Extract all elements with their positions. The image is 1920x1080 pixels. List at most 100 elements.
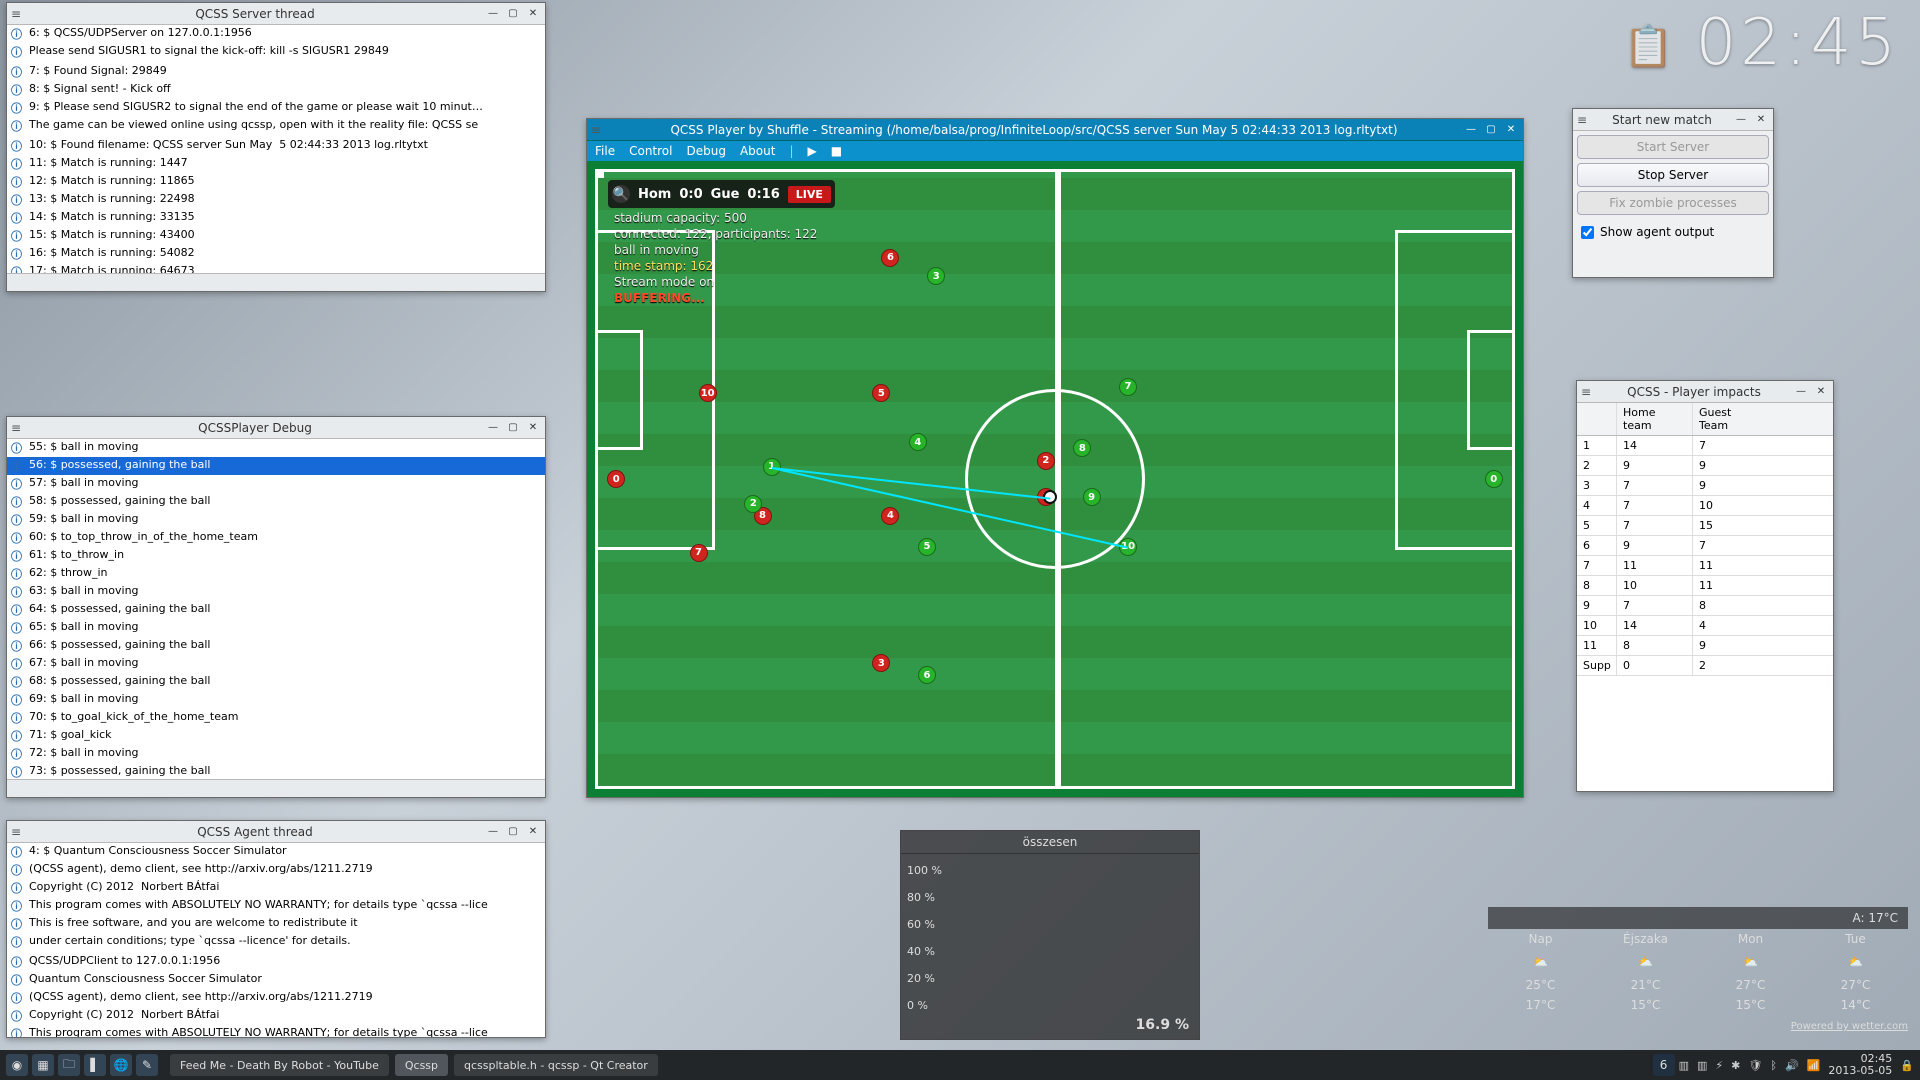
log-line[interactable]: ⓘ13: $ Match is running: 22498 — [7, 191, 545, 209]
table-row[interactable]: 71111 — [1577, 556, 1833, 576]
log-line[interactable]: ⓘ62: $ throw_in — [7, 565, 545, 583]
player-grn-9[interactable]: 9 — [1083, 488, 1101, 506]
log-line[interactable]: ⓘ17: $ Match is running: 64673 — [7, 263, 545, 273]
player-grn-4[interactable]: 4 — [909, 433, 927, 451]
agent-log[interactable]: ⓘ4: $ Quantum Consciousness Soccer Simul… — [7, 843, 545, 1037]
window-menu-icon[interactable]: ≡ — [591, 123, 605, 137]
menu-file[interactable]: File — [595, 144, 615, 158]
workspace-switcher[interactable]: 6 — [1653, 1054, 1675, 1076]
log-line[interactable]: ⓘ10: $ Found filename: QCSS server Sun M… — [7, 137, 545, 155]
player-grn-8[interactable]: 8 — [1073, 439, 1091, 457]
tray-bluetooth-icon[interactable]: ᛒ — [1770, 1059, 1777, 1072]
log-line[interactable]: ⓘ16: $ Match is running: 54082 — [7, 245, 545, 263]
log-line[interactable]: ⓘ72: $ ball in moving — [7, 745, 545, 763]
table-row[interactable]: 10144 — [1577, 616, 1833, 636]
player-grn-2[interactable]: 2 — [744, 495, 762, 513]
show-agent-input[interactable] — [1581, 226, 1594, 239]
table-row[interactable]: Supp02 — [1577, 656, 1833, 676]
stop-server-button[interactable]: Stop Server — [1577, 163, 1769, 187]
player-red-3[interactable]: 3 — [872, 654, 890, 672]
log-line[interactable]: ⓘ73: $ possessed, gaining the ball — [7, 763, 545, 779]
match-titlebar[interactable]: ≡ QCSS Player by Shuffle - Streaming (/h… — [587, 119, 1523, 141]
show-agent-checkbox[interactable]: Show agent output — [1573, 219, 1773, 245]
taskbar-task[interactable]: Qcssp — [395, 1054, 448, 1076]
window-menu-icon[interactable]: ≡ — [1577, 113, 1591, 127]
table-row[interactable]: 697 — [1577, 536, 1833, 556]
tray-updates-icon[interactable]: ✱ — [1731, 1059, 1740, 1072]
log-line[interactable]: ⓘCopyright (C) 2012 Norbert BÁtfai — [7, 879, 545, 897]
log-line[interactable]: ⓘCopyright (C) 2012 Norbert BÁtfai — [7, 1007, 545, 1025]
player-red-2[interactable]: 2 — [1037, 452, 1055, 470]
table-row[interactable]: 4710 — [1577, 496, 1833, 516]
table-row[interactable]: 978 — [1577, 596, 1833, 616]
table-row[interactable]: 299 — [1577, 456, 1833, 476]
table-row[interactable]: 1147 — [1577, 436, 1833, 456]
log-line[interactable]: ⓘ7: $ Found Signal: 29849 — [7, 63, 545, 81]
log-line[interactable]: ⓘ65: $ ball in moving — [7, 619, 545, 637]
impacts-body[interactable]: Home team Guest Team 1147299379471057156… — [1577, 403, 1833, 791]
log-line[interactable]: ⓘ57: $ ball in moving — [7, 475, 545, 493]
player-red-7[interactable]: 7 — [690, 544, 708, 562]
tray-network-icon[interactable]: 📶 — [1807, 1059, 1821, 1072]
server-log[interactable]: ⓘ6: $ QCSS/UDPServer on 127.0.0.1:1956ⓘP… — [7, 25, 545, 273]
editor-icon[interactable]: ✎ — [136, 1054, 158, 1076]
log-line[interactable]: ⓘ(QCSS agent), demo client, see http://a… — [7, 989, 545, 1007]
log-line[interactable]: ⓘ14: $ Match is running: 33135 — [7, 209, 545, 227]
menu-about[interactable]: About — [740, 144, 775, 158]
soccer-pitch[interactable]: 🔍 Hom 0:0 Gue 0:16 LIVE stadium capacity… — [595, 169, 1515, 789]
tray-clock[interactable]: 02:45 2013-05-05 — [1828, 1053, 1892, 1077]
table-row[interactable]: 1189 — [1577, 636, 1833, 656]
log-line[interactable]: ⓘThis program comes with ABSOLUTELY NO W… — [7, 1025, 545, 1037]
stop-icon[interactable]: ■ — [831, 144, 842, 158]
player-red-10[interactable]: 10 — [699, 384, 717, 402]
close-icon[interactable]: ✕ — [525, 421, 541, 435]
player-grn-0[interactable]: 0 — [1485, 470, 1503, 488]
impacts-titlebar[interactable]: ≡ QCSS - Player impacts — ✕ — [1577, 381, 1833, 403]
log-line[interactable]: ⓘ56: $ possessed, gaining the ball — [7, 457, 545, 475]
menu-control[interactable]: Control — [629, 144, 672, 158]
log-line[interactable]: ⓘ59: $ ball in moving — [7, 511, 545, 529]
table-row[interactable]: 5715 — [1577, 516, 1833, 536]
log-line[interactable]: ⓘ67: $ ball in moving — [7, 655, 545, 673]
minimize-icon[interactable]: — — [485, 421, 501, 435]
taskbar-task[interactable]: Feed Me - Death By Robot - YouTube — [170, 1054, 389, 1076]
menu-debug[interactable]: Debug — [686, 144, 725, 158]
files-icon[interactable]: 🗀 — [58, 1054, 80, 1076]
snm-titlebar[interactable]: ≡ Start new match — ✕ — [1573, 109, 1773, 131]
close-icon[interactable]: ✕ — [1753, 113, 1769, 127]
browser-icon[interactable]: 🌐 — [110, 1054, 132, 1076]
log-line[interactable]: ⓘThis program comes with ABSOLUTELY NO W… — [7, 897, 545, 915]
minimize-icon[interactable]: — — [485, 7, 501, 21]
start-menu-icon[interactable]: ◉ — [6, 1054, 28, 1076]
agent-titlebar[interactable]: ≡ QCSS Agent thread — ▢ ✕ — [7, 821, 545, 843]
tray-block2-icon[interactable]: ▥ — [1697, 1059, 1707, 1072]
window-menu-icon[interactable]: ≡ — [1581, 385, 1595, 399]
window-menu-icon[interactable]: ≡ — [11, 825, 25, 839]
log-line[interactable]: ⓘ4: $ Quantum Consciousness Soccer Simul… — [7, 843, 545, 861]
log-line[interactable]: ⓘunder certain conditions; type `qcssa -… — [7, 933, 545, 951]
log-line[interactable]: ⓘ9: $ Please send SIGUSR2 to signal the … — [7, 99, 545, 117]
tray-lock-icon[interactable]: 🔒 — [1900, 1059, 1914, 1072]
tray-shield-icon[interactable]: 🛡 — [1748, 1059, 1762, 1072]
terminal-icon[interactable]: ▌ — [84, 1054, 106, 1076]
table-row[interactable]: 379 — [1577, 476, 1833, 496]
minimize-icon[interactable]: — — [1793, 385, 1809, 399]
minimize-icon[interactable]: — — [485, 825, 501, 839]
player-red-5[interactable]: 5 — [872, 384, 890, 402]
maximize-icon[interactable]: ▢ — [1483, 123, 1499, 137]
log-line[interactable]: ⓘ61: $ to_throw_in — [7, 547, 545, 565]
player-red-0[interactable]: 0 — [607, 470, 625, 488]
taskbar-task[interactable]: qcsspltable.h - qcssp - Qt Creator — [454, 1054, 658, 1076]
close-icon[interactable]: ✕ — [1813, 385, 1829, 399]
window-menu-icon[interactable]: ≡ — [11, 421, 25, 435]
log-line[interactable]: ⓘ71: $ goal_kick — [7, 727, 545, 745]
close-icon[interactable]: ✕ — [525, 7, 541, 21]
minimize-icon[interactable]: — — [1733, 113, 1749, 127]
log-line[interactable]: ⓘ60: $ to_top_throw_in_of_the_home_team — [7, 529, 545, 547]
close-icon[interactable]: ✕ — [1503, 123, 1519, 137]
log-line[interactable]: ⓘ69: $ ball in moving — [7, 691, 545, 709]
log-line[interactable]: ⓘ66: $ possessed, gaining the ball — [7, 637, 545, 655]
maximize-icon[interactable]: ▢ — [505, 7, 521, 21]
tray-block-icon[interactable]: ▥ — [1679, 1059, 1689, 1072]
window-menu-icon[interactable]: ≡ — [11, 7, 25, 21]
